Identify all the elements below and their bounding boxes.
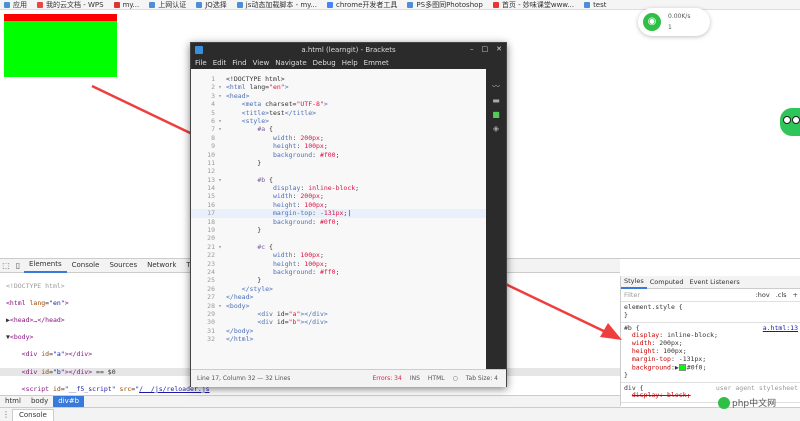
lint-status-icon[interactable]: ○: [453, 375, 458, 382]
menu-file[interactable]: File: [195, 59, 207, 67]
menu-find[interactable]: Find: [232, 59, 246, 67]
brackets-window: a.html (learngit) - Brackets – □ ✕ File Ed…: [190, 42, 507, 387]
minimize-icon[interactable]: –: [470, 45, 474, 53]
menu-edit[interactable]: Edit: [213, 59, 227, 67]
plugin-icon[interactable]: ■: [491, 111, 501, 119]
code-editor[interactable]: 1 <!DOCTYPE html> 2 ▾ <html lang="en"> 3 ▾ <h…: [191, 69, 486, 369]
insert-mode[interactable]: INS: [410, 375, 420, 382]
layers-icon[interactable]: ◈: [491, 125, 501, 133]
close-icon[interactable]: ✕: [496, 45, 502, 53]
brackets-titlebar: a.html (learngit) - Brackets – □ ✕: [191, 43, 506, 57]
php-logo-icon: [718, 396, 730, 409]
brackets-menubar: File Edit Find View Navigate Debug Help …: [191, 57, 506, 69]
brackets-sidebar: 〰 ▬ ■ ◈: [486, 69, 506, 369]
maximize-icon[interactable]: □: [482, 45, 489, 53]
brackets-statusbar: Line 17, Column 32 — 32 Lines Errors: 34…: [191, 369, 506, 387]
tab-size[interactable]: Tab Size: 4: [466, 375, 498, 382]
cursor-position: Line 17, Column 32 — 32 Lines: [197, 375, 291, 382]
window-title: a.html (learngit) - Brackets: [301, 46, 396, 54]
menu-help[interactable]: Help: [342, 59, 358, 67]
extension-manager-icon[interactable]: ▬: [491, 97, 501, 105]
live-preview-icon[interactable]: 〰: [491, 83, 501, 91]
language-mode[interactable]: HTML: [428, 375, 445, 382]
menu-navigate[interactable]: Navigate: [275, 59, 306, 67]
php-watermark: php中文网: [718, 396, 776, 409]
errors-count[interactable]: Errors: 34: [373, 375, 402, 382]
menu-debug[interactable]: Debug: [313, 59, 336, 67]
menu-emmet[interactable]: Emmet: [364, 59, 389, 67]
menu-view[interactable]: View: [253, 59, 270, 67]
